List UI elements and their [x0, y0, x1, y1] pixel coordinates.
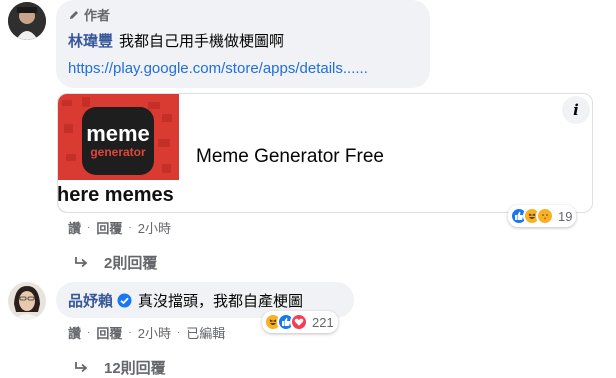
view-replies-label: 2則回覆 [104, 255, 158, 272]
comment-actions: 讚 · 回覆 · 2小時 [68, 218, 171, 237]
reaction-count: 221 [312, 314, 334, 330]
comment-actions: 讚 · 回覆 · 2小時 · 已編輯 [68, 323, 225, 342]
author-badge-label: 作者 [84, 8, 111, 23]
reaction-count: 19 [558, 208, 573, 224]
reply-arrow-icon [75, 256, 88, 267]
avatar[interactable] [8, 2, 46, 40]
pencil-icon [70, 10, 78, 19]
comment-text: 真沒擋頭，我都自產梗圖 [138, 293, 304, 310]
comment-link[interactable]: https://play.google.com/store/apps/detai… [68, 60, 368, 77]
reactions-summary[interactable]: 221 [262, 311, 338, 333]
edited-label[interactable]: 已編輯 [186, 323, 225, 342]
avatar[interactable] [8, 282, 46, 320]
app-logo: meme generator [82, 107, 154, 175]
author-name[interactable]: 林瑋豐 [68, 30, 113, 51]
info-icon: i [573, 101, 579, 119]
comment-timestamp[interactable]: 2小時 [138, 323, 171, 342]
logo-word-generator: generator [90, 145, 146, 159]
author-name[interactable]: 品妤賴 [68, 290, 113, 311]
reply-action[interactable]: 回覆 [96, 218, 122, 237]
comment-text: 我都自己用手機做梗圖啊 [119, 33, 285, 50]
link-preview-card[interactable]: meme generator here memes li Meme Genera… [57, 93, 593, 213]
view-replies-link[interactable]: 12則回覆 [74, 357, 166, 378]
like-action[interactable]: 讚 [68, 323, 81, 342]
author-badge: 作者 [68, 5, 110, 24]
info-button[interactable]: i [562, 96, 590, 124]
comment-timestamp[interactable]: 2小時 [138, 218, 171, 237]
like-action[interactable]: 讚 [68, 218, 81, 237]
verified-badge-icon [117, 293, 132, 308]
view-replies-label: 12則回覆 [104, 360, 166, 377]
logo-word-meme: meme [86, 121, 150, 146]
reply-action[interactable]: 回覆 [96, 323, 122, 342]
reactions-summary[interactable]: 19 [508, 205, 577, 227]
reply-arrow-icon [75, 361, 88, 372]
banner-text: here memes li [58, 184, 179, 206]
preview-title[interactable]: Meme Generator Free [196, 146, 384, 168]
love-icon [290, 313, 308, 331]
preview-image: meme generator here memes li [58, 94, 179, 212]
view-replies-link[interactable]: 2則回覆 [74, 252, 157, 273]
care-icon [536, 207, 554, 225]
